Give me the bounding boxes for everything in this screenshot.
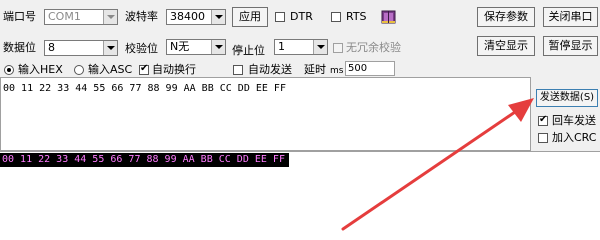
annotation-arrow-icon (341, 98, 534, 231)
